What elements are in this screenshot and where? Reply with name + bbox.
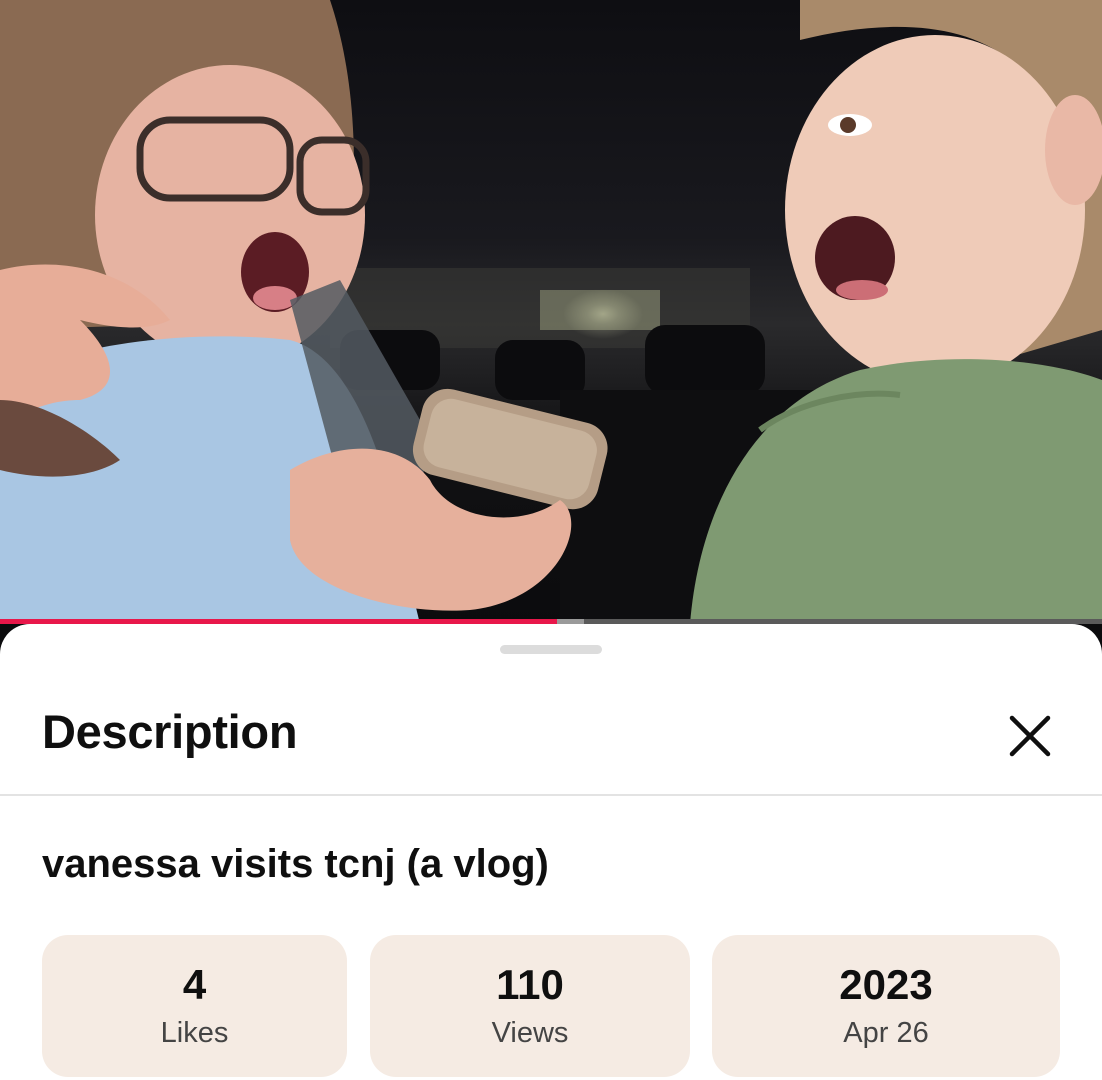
views-label: Views [491,1016,569,1049]
video-frame-illustration [0,0,1102,624]
likes-label: Likes [160,1016,229,1049]
close-icon [1009,715,1051,757]
close-button[interactable] [996,702,1064,770]
sheet-title: Description [42,705,298,758]
video-player[interactable] [0,0,1102,624]
views-stat: 110 Views [370,935,690,1077]
upload-date: Apr 26 [843,1016,929,1049]
drag-handle[interactable] [500,645,602,654]
upload-year: 2023 [839,961,933,1009]
divider [0,794,1102,796]
video-title: vanessa visits tcnj (a vlog) [42,842,549,886]
likes-count: 4 [182,961,207,1009]
date-stat: 2023 Apr 26 [712,935,1060,1077]
views-count: 110 [496,961,564,1009]
description-sheet: Description vanessa visits tcnj (a vlog)… [0,624,1102,1080]
likes-stat: 4 Likes [42,935,347,1077]
